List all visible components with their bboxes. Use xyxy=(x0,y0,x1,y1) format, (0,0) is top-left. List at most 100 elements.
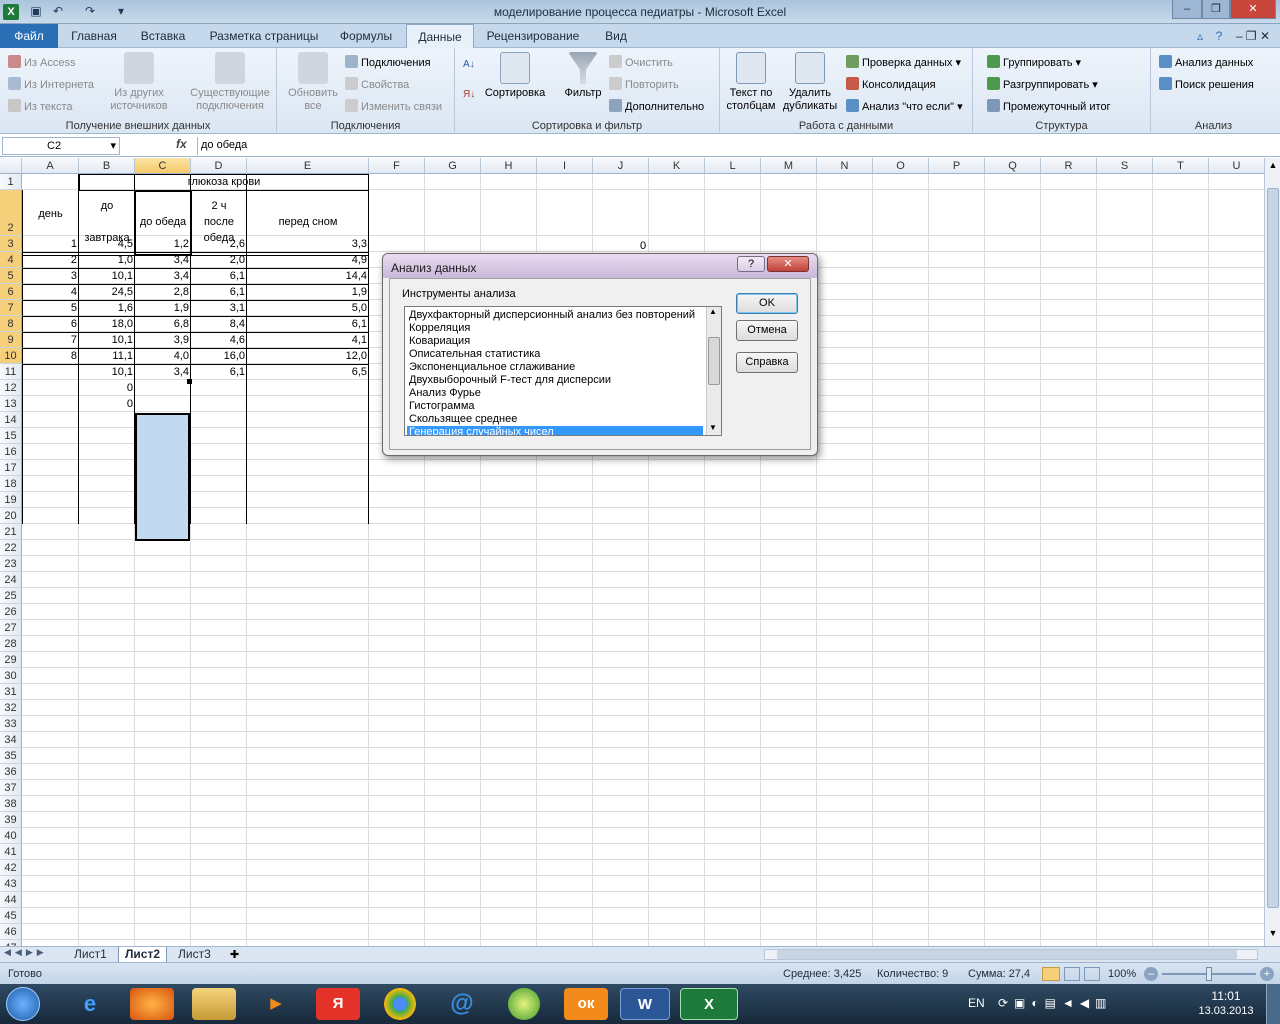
table-cell[interactable]: 6,1 xyxy=(247,316,369,332)
maximize-button[interactable]: ❐ xyxy=(1202,0,1230,19)
table-cell[interactable]: 24,5 xyxy=(79,284,135,300)
header-cell[interactable]: день xyxy=(22,206,79,222)
advanced-button[interactable]: Дополнительно xyxy=(609,99,704,114)
row-header[interactable]: 3 xyxy=(0,236,22,252)
table-cell[interactable]: 7 xyxy=(22,332,79,348)
clear-button[interactable]: Очистить xyxy=(609,55,673,70)
row-header[interactable]: 45 xyxy=(0,908,22,924)
table-cell[interactable]: 3,9 xyxy=(135,332,191,348)
firefox-icon[interactable] xyxy=(130,988,174,1020)
row-header[interactable]: 11 xyxy=(0,364,22,380)
column-header-t[interactable]: T xyxy=(1153,158,1209,174)
column-header-c[interactable]: C xyxy=(135,158,191,174)
row-header[interactable]: 6 xyxy=(0,284,22,300)
page-layout-view-icon[interactable] xyxy=(1064,967,1080,981)
total-cell[interactable]: 6,5 xyxy=(247,364,369,380)
sheet-nav-icons[interactable]: ◀◀▶▶ xyxy=(4,947,48,958)
table-cell[interactable]: 18,0 xyxy=(79,316,135,332)
help-icon[interactable]: ? xyxy=(1210,24,1228,48)
solver-button[interactable]: Поиск решения xyxy=(1159,77,1254,92)
minimize-button[interactable]: – xyxy=(1172,0,1202,19)
row-header[interactable]: 17 xyxy=(0,460,22,476)
row-header[interactable]: 36 xyxy=(0,764,22,780)
tool-list-item[interactable]: Описательная статистика xyxy=(407,348,703,361)
header-cell[interactable]: 2 ч xyxy=(191,198,247,214)
app-icon[interactable] xyxy=(508,988,540,1020)
from-other-sources-button[interactable]: Из других источников xyxy=(104,52,174,113)
ungroup-button[interactable]: Разгруппировать ▾ xyxy=(987,77,1098,92)
column-header-k[interactable]: K xyxy=(649,158,705,174)
table-cell[interactable]: 4,5 xyxy=(79,236,135,252)
column-header-g[interactable]: G xyxy=(425,158,481,174)
table-cell[interactable]: 4 xyxy=(22,284,79,300)
table-cell[interactable]: 3 xyxy=(22,268,79,284)
row-header[interactable]: 32 xyxy=(0,700,22,716)
row-header[interactable]: 31 xyxy=(0,684,22,700)
table-cell[interactable]: 5 xyxy=(22,300,79,316)
dialog-help-icon[interactable]: ? xyxy=(737,256,765,272)
column-header-b[interactable]: B xyxy=(79,158,135,174)
header-cell[interactable]: до xyxy=(79,198,135,214)
table-cell[interactable]: 4,0 xyxy=(135,348,191,364)
table-cell[interactable]: 1,9 xyxy=(247,284,369,300)
column-header-h[interactable]: H xyxy=(481,158,537,174)
table-cell[interactable]: 1,9 xyxy=(135,300,191,316)
refresh-all-button[interactable]: Обновить все xyxy=(281,52,345,113)
new-sheet-icon[interactable]: ✚ xyxy=(230,948,239,961)
row-header[interactable]: 18 xyxy=(0,476,22,492)
tools-list[interactable]: Двухфакторный дисперсионный анализ без п… xyxy=(404,306,722,436)
row-header[interactable]: 35 xyxy=(0,748,22,764)
sort-za-icon[interactable]: Я↓ xyxy=(463,88,475,101)
table-cell[interactable]: 8,4 xyxy=(191,316,247,332)
cell[interactable]: 0 xyxy=(593,238,693,254)
table-cell[interactable]: 2,8 xyxy=(135,284,191,300)
tool-list-item[interactable]: Экспоненциальное сглаживание xyxy=(407,361,703,374)
page-break-view-icon[interactable] xyxy=(1084,967,1100,981)
scroll-down-icon[interactable]: ▼ xyxy=(1267,928,1279,942)
row-header[interactable]: 7 xyxy=(0,300,22,316)
sheet-tab-2[interactable]: Лист2 xyxy=(118,947,168,963)
row-header[interactable]: 37 xyxy=(0,780,22,796)
header-cell[interactable]: перед сном xyxy=(247,214,369,230)
row-header[interactable]: 34 xyxy=(0,732,22,748)
data-analysis-button[interactable]: Анализ данных xyxy=(1159,55,1253,70)
table-cell[interactable]: 10,1 xyxy=(79,268,135,284)
list-scroll-thumb[interactable] xyxy=(708,337,720,385)
tool-list-item[interactable]: Двухвыборочный F-тест для дисперсии xyxy=(407,374,703,387)
dialog-close-icon[interactable]: ✕ xyxy=(767,256,809,272)
tab-formulas[interactable]: Формулы xyxy=(330,24,402,48)
column-header-p[interactable]: P xyxy=(929,158,985,174)
zoom-level[interactable]: 100% xyxy=(1108,963,1136,985)
tab-home[interactable]: Главная xyxy=(62,24,126,48)
column-header-e[interactable]: E xyxy=(247,158,369,174)
formula-input[interactable]: до обеда xyxy=(197,137,1264,155)
column-header-f[interactable]: F xyxy=(369,158,425,174)
row-header[interactable]: 42 xyxy=(0,860,22,876)
existing-connections-button[interactable]: Существующие подключения xyxy=(186,52,274,113)
row-header[interactable]: 24 xyxy=(0,572,22,588)
horizontal-scroll-thumb[interactable] xyxy=(777,950,1237,959)
sheet-tab-3[interactable]: Лист3 xyxy=(172,947,217,963)
table-cell[interactable]: 5,0 xyxy=(247,300,369,316)
row-header[interactable]: 38 xyxy=(0,796,22,812)
tab-insert[interactable]: Вставка xyxy=(130,24,196,48)
tool-list-item[interactable]: Скользящее среднее xyxy=(407,413,703,426)
row-header[interactable]: 23 xyxy=(0,556,22,572)
row-header[interactable]: 1 xyxy=(0,174,22,190)
scroll-thumb[interactable] xyxy=(1267,188,1279,908)
consolidate-button[interactable]: Консолидация xyxy=(846,77,936,92)
total-cell[interactable]: 3,4 xyxy=(135,364,191,380)
row-header[interactable]: 19 xyxy=(0,492,22,508)
row-header[interactable]: 10 xyxy=(0,348,22,364)
table-cell[interactable]: 14,4 xyxy=(247,268,369,284)
table-cell[interactable]: 6,1 xyxy=(191,284,247,300)
media-player-icon[interactable]: ▶ xyxy=(254,988,298,1020)
tools-list-scrollbar[interactable]: ▲ ▼ xyxy=(706,307,721,435)
row-header[interactable]: 33 xyxy=(0,716,22,732)
list-scroll-down-icon[interactable]: ▼ xyxy=(709,423,717,432)
row-header[interactable]: 5 xyxy=(0,268,22,284)
row-header[interactable]: 9 xyxy=(0,332,22,348)
ribbon-minimize-icon[interactable]: ▵ xyxy=(1192,24,1208,48)
what-if-button[interactable]: Анализ "что если" ▾ xyxy=(846,99,963,114)
column-header-s[interactable]: S xyxy=(1097,158,1153,174)
